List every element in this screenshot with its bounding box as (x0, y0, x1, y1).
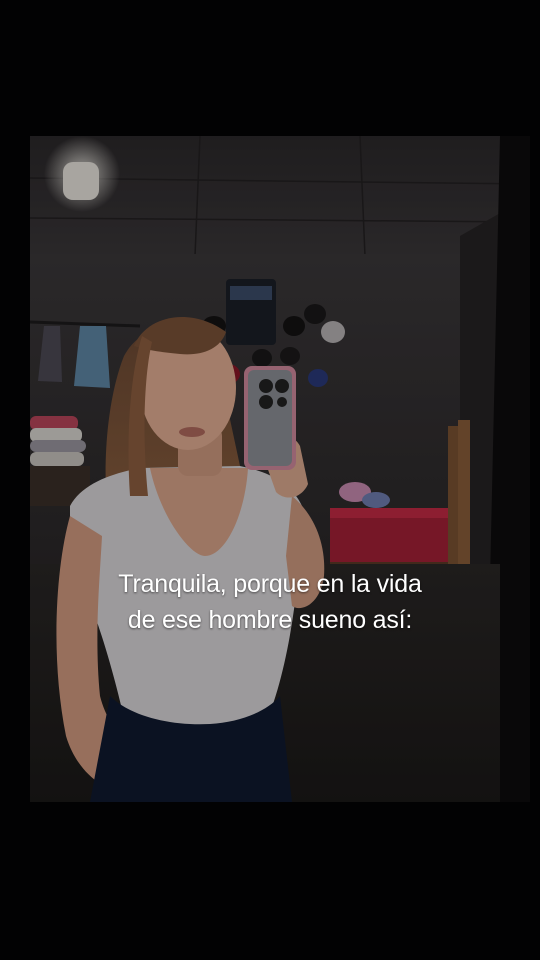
photo-scene (30, 136, 530, 802)
caption-text: Tranquila, porque en la vida de ese homb… (0, 566, 540, 638)
caption-line-1: Tranquila, porque en la vida (118, 570, 422, 598)
caption-line-2: de ese hombre sueno así: (127, 606, 413, 634)
mirror-selfie-photo (30, 136, 530, 802)
photo-dim-overlay (30, 136, 530, 802)
